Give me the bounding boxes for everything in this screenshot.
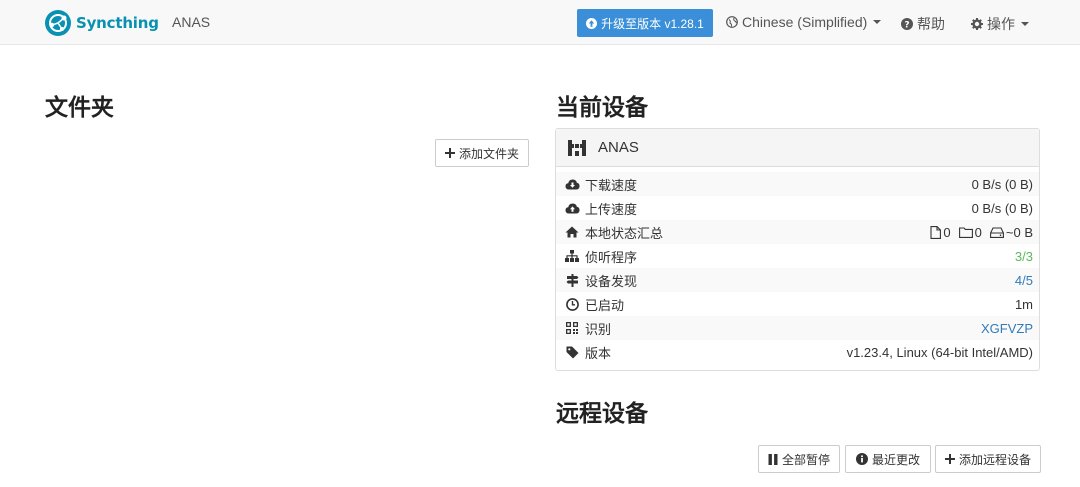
version-value: v1.23.4, Linux (64-bit Intel/AMD) [846,344,1033,360]
sitemap-icon [564,250,580,262]
discovery-label: 设备发现 [585,273,638,289]
add-folder-button[interactable]: 添加文件夹 [435,139,529,167]
language-dropdown[interactable]: Chinese (Simplified) [726,14,882,30]
help-link[interactable]: ? 帮助 [901,14,945,34]
folders-title: 文件夹 [45,95,114,121]
arrow-circle-up-icon [586,17,598,29]
identification-row: 识别 XGFVZP [556,316,1039,340]
hdd-icon [989,226,1004,238]
upgrade-label: 升级至版本 v1.28.1 [601,16,704,31]
upload-rate-value: 0 B/s (0 B) [971,200,1033,216]
navbar-device-name: ANAS [172,14,211,30]
version-row: 版本 v1.23.4, Linux (64-bit Intel/AMD) [556,340,1039,364]
local-state-label: 本地状态汇总 [585,225,664,241]
upgrade-button[interactable]: 升级至版本 v1.28.1 [577,9,713,37]
this-device-title: 当前设备 [556,95,648,121]
info-circle-icon [855,453,868,465]
upload-rate-row: 上传速度 0 B/s (0 B) [556,196,1039,220]
identification-label: 识别 [585,321,612,337]
cloud-upload-icon [564,203,580,214]
actions-label: 操作 [987,16,1015,32]
tag-icon [564,346,580,359]
pause-all-button[interactable]: 全部暂停 [758,445,840,473]
folder-icon [958,226,973,238]
pause-all-label: 全部暂停 [781,452,830,467]
pause-icon [768,453,778,465]
actions-dropdown[interactable]: 操作 [971,14,1029,34]
recent-changes-label: 最近更改 [871,452,920,467]
add-folder-label: 添加文件夹 [458,146,519,161]
version-label: 版本 [585,345,612,361]
remote-devices-title: 远程设备 [556,401,648,427]
listeners-label: 侦听程序 [585,249,638,265]
identification-value[interactable]: XGFVZP [981,321,1033,336]
discovery-value[interactable]: 4/5 [1015,273,1033,288]
brand-name: Syncthing [76,14,159,32]
language-label: Chinese (Simplified) [742,14,868,30]
this-device-header[interactable]: ANAS [556,129,1039,167]
add-remote-device-button[interactable]: 添加远程设备 [935,445,1041,473]
signpost-icon [564,273,580,287]
discovery-row: 设备发现 4/5 [556,268,1039,292]
chevron-down-icon [873,20,882,24]
listeners-value[interactable]: 3/3 [1015,249,1033,264]
listeners-row: 侦听程序 3/3 [556,244,1039,268]
device-identicon-icon [568,139,586,156]
uptime-value: 1m [1014,296,1033,312]
gear-icon [971,18,983,30]
brand[interactable]: Syncthing [44,9,159,37]
file-icon [930,225,942,239]
syncthing-logo-icon [45,10,71,36]
download-rate-label: 下载速度 [585,177,638,193]
local-state-row: 本地状态汇总 0 0 ~0 B [556,220,1039,244]
plus-icon [444,148,455,158]
uptime-label: 已启动 [585,297,625,313]
recent-changes-button[interactable]: 最近更改 [845,445,931,473]
globe-icon [726,16,738,28]
local-state-value: 0 0 ~0 B [922,225,1033,240]
this-device-panel: ANAS 下载速度 0 B/s (0 B) 上传速度 0 B/s (0 B) 本… [555,128,1040,371]
svg-text:?: ? [904,20,909,30]
plus-icon [944,454,955,464]
upload-rate-label: 上传速度 [585,201,638,217]
question-circle-icon: ? [901,18,913,30]
clock-icon [564,297,580,311]
help-label: 帮助 [917,16,945,32]
download-rate-value: 0 B/s (0 B) [971,176,1033,192]
home-icon [564,226,580,238]
top-navbar: Syncthing ANAS 升级至版本 v1.28.1 Chinese (Si… [0,0,1080,45]
folder-count: 0 [958,225,982,240]
size-total: ~0 B [989,225,1033,240]
chevron-down-icon [1021,22,1029,26]
cloud-download-icon [564,179,580,190]
this-device-name: ANAS [598,139,639,156]
add-remote-device-label: 添加远程设备 [958,452,1031,467]
qrcode-icon [564,322,580,334]
download-rate-row: 下载速度 0 B/s (0 B) [556,172,1039,196]
uptime-row: 已启动 1m [556,292,1039,316]
file-count: 0 [930,225,951,240]
